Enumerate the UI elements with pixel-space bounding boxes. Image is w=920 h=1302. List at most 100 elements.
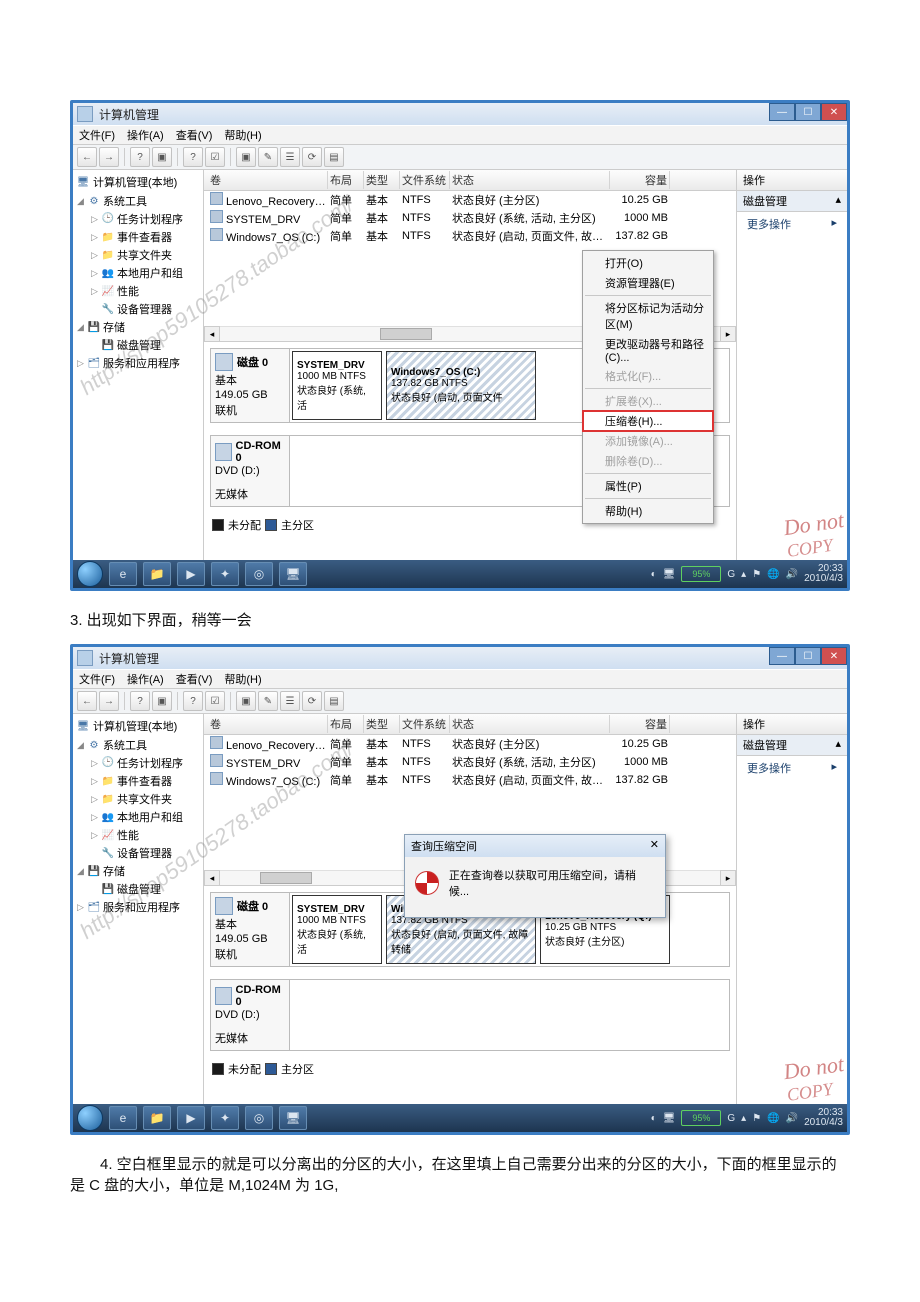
tree-item[interactable]: ▷性能 [73, 282, 203, 300]
menu-help[interactable]: 帮助(H) [224, 671, 261, 687]
menu-file[interactable]: 文件(F) [79, 671, 115, 687]
tray-icon[interactable]: ◐ [651, 569, 657, 580]
window-max-button[interactable]: ☐ [795, 647, 821, 665]
menu-action[interactable]: 操作(A) [127, 127, 164, 143]
tb-fwd[interactable]: → [99, 147, 119, 167]
tray-icon[interactable]: G [727, 1113, 735, 1124]
tree-item[interactable]: ▷性能 [73, 826, 203, 844]
taskbar-mgmt-icon[interactable]: 🖥 [279, 1106, 307, 1130]
menu-file[interactable]: 文件(F) [79, 127, 115, 143]
tree-item[interactable]: ◢存储 [73, 318, 203, 336]
tree-item[interactable]: ▷事件查看器 [73, 228, 203, 246]
tray-icon[interactable]: 🖥 [663, 569, 676, 580]
ctx-shrink[interactable]: 压缩卷(H)... [583, 411, 713, 431]
taskbar-app-icon[interactable]: ✦ [211, 1106, 239, 1130]
ctx-explorer[interactable]: 资源管理器(E) [583, 273, 713, 293]
tree-item[interactable]: ▷服务和应用程序 [73, 898, 203, 916]
tray-network-icon[interactable]: 🌐 [767, 1113, 779, 1124]
partition[interactable]: SYSTEM_DRV 1000 MB NTFS 状态良好 (系统, 活 [292, 895, 382, 964]
tree-item[interactable]: 磁盘管理 [73, 336, 203, 354]
clock[interactable]: 20:33 2010/4/3 [804, 1108, 843, 1128]
tree-item[interactable]: ▷本地用户和组 [73, 808, 203, 826]
tb-refresh[interactable]: ⟳ [302, 691, 322, 711]
tree-item[interactable]: 设备管理器 [73, 844, 203, 862]
volume-row[interactable]: Lenovo_Recovery (Q:)简单基本NTFS状态良好 (主分区)10… [204, 191, 736, 209]
tb-help[interactable]: ? [130, 147, 150, 167]
ctx-open[interactable]: 打开(O) [583, 253, 713, 273]
tree-item[interactable]: ◢存储 [73, 862, 203, 880]
tb-q[interactable]: ? [183, 691, 203, 711]
battery-indicator[interactable]: 95% [681, 566, 721, 582]
taskbar-media-icon[interactable]: ▶ [177, 1106, 205, 1130]
tb-grid[interactable]: ▣ [236, 147, 256, 167]
tb-check[interactable]: ☑ [205, 691, 225, 711]
tb-rows[interactable]: ▤ [324, 691, 344, 711]
battery-indicator[interactable]: 95% [681, 1110, 721, 1126]
tb-check[interactable]: ☑ [205, 147, 225, 167]
tb-edit[interactable]: ✎ [258, 691, 278, 711]
taskbar-app-icon[interactable]: ✦ [211, 562, 239, 586]
tb-q[interactable]: ? [183, 147, 203, 167]
tb-rows[interactable]: ▤ [324, 147, 344, 167]
taskbar[interactable]: e 📁 ▶ ✦ ◎ 🖥 ◐ 🖥 95% G ▴ ⚑ 🌐 🔊 20:33 2010… [73, 1104, 847, 1132]
tray-icon[interactable]: ◐ [651, 1113, 657, 1124]
volume-row[interactable]: SYSTEM_DRV简单基本NTFS状态良好 (系统, 活动, 主分区)1000… [204, 209, 736, 227]
tree-root[interactable]: 计算机管理(本地) [93, 174, 177, 190]
tree-item[interactable]: ▷共享文件夹 [73, 246, 203, 264]
tree-item[interactable]: 磁盘管理 [73, 880, 203, 898]
tb-list[interactable]: ☰ [280, 691, 300, 711]
tree-item[interactable]: ◢系统工具 [73, 736, 203, 754]
taskbar-mgmt-icon[interactable]: 🖥 [279, 562, 307, 586]
window-close-button[interactable]: ✕ [821, 647, 847, 665]
partition[interactable]: Windows7_OS (C:) 137.82 GB NTFS 状态良好 (启动… [386, 351, 536, 420]
tb-help[interactable]: ? [130, 691, 150, 711]
volume-row[interactable]: Windows7_OS (C:)简单基本NTFS状态良好 (启动, 页面文件, … [204, 771, 736, 789]
taskbar-disc-icon[interactable]: ◎ [245, 1106, 273, 1130]
tb-edit[interactable]: ✎ [258, 147, 278, 167]
tb-view[interactable]: ▣ [152, 147, 172, 167]
clock[interactable]: 20:33 2010/4/3 [804, 564, 843, 584]
tree-item[interactable]: ▷事件查看器 [73, 772, 203, 790]
tray-volume-icon[interactable]: 🔊 [786, 1113, 798, 1124]
tree-item[interactable]: ▷本地用户和组 [73, 264, 203, 282]
nav-tree[interactable]: 计算机管理(本地) ◢系统工具 ▷任务计划程序 ▷事件查看器 ▷共享文件夹 ▷本… [73, 714, 204, 1104]
tree-root[interactable]: 计算机管理(本地) [93, 718, 177, 734]
tray-volume-icon[interactable]: 🔊 [786, 569, 798, 580]
volume-row[interactable]: SYSTEM_DRV简单基本NTFS状态良好 (系统, 活动, 主分区)1000… [204, 753, 736, 771]
tb-list[interactable]: ☰ [280, 147, 300, 167]
volume-row[interactable]: Lenovo_Recovery (Q:)简单基本NTFS状态良好 (主分区)10… [204, 735, 736, 753]
window-close-button[interactable]: ✕ [821, 103, 847, 121]
start-button[interactable] [77, 1105, 103, 1131]
taskbar[interactable]: e 📁 ▶ ✦ ◎ 🖥 ◐ 🖥 95% G ▴ ⚑ 🌐 🔊 20:33 [73, 560, 847, 588]
tree-item[interactable]: ▷任务计划程序 [73, 210, 203, 228]
menu-action[interactable]: 操作(A) [127, 671, 164, 687]
tb-back[interactable]: ← [77, 691, 97, 711]
ctx-change-drive[interactable]: 更改驱动器号和路径(C)... [583, 334, 713, 366]
tree-item[interactable]: ▷共享文件夹 [73, 790, 203, 808]
menu-help[interactable]: 帮助(H) [224, 127, 261, 143]
tree-item[interactable]: 设备管理器 [73, 300, 203, 318]
ctx-mark-active[interactable]: 将分区标记为活动分区(M) [583, 298, 713, 334]
tb-back[interactable]: ← [77, 147, 97, 167]
menu-view[interactable]: 查看(V) [176, 671, 213, 687]
taskbar-media-icon[interactable]: ▶ [177, 562, 205, 586]
taskbar-explorer-icon[interactable]: 📁 [143, 562, 171, 586]
window-max-button[interactable]: ☐ [795, 103, 821, 121]
partition[interactable]: SYSTEM_DRV 1000 MB NTFS 状态良好 (系统, 活 [292, 351, 382, 420]
taskbar-ie-icon[interactable]: e [109, 562, 137, 586]
tb-grid[interactable]: ▣ [236, 691, 256, 711]
start-button[interactable] [77, 561, 103, 587]
tray-chevron-icon[interactable]: ▴ [741, 1113, 746, 1124]
more-actions[interactable]: 更多操作 [747, 216, 791, 232]
window-min-button[interactable]: — [769, 103, 795, 121]
menu-view[interactable]: 查看(V) [176, 127, 213, 143]
ctx-help[interactable]: 帮助(H) [583, 501, 713, 521]
tree-item[interactable]: ▷服务和应用程序 [73, 354, 203, 372]
tray-chevron-icon[interactable]: ▴ [741, 569, 746, 580]
nav-tree[interactable]: 计算机管理(本地) ◢系统工具 ▷任务计划程序 ▷事件查看器 ▷共享文件夹 ▷本… [73, 170, 204, 560]
window-min-button[interactable]: — [769, 647, 795, 665]
tray-icon[interactable]: 🖥 [663, 1113, 676, 1124]
tb-fwd[interactable]: → [99, 691, 119, 711]
tray-flag-icon[interactable]: ⚑ [752, 569, 761, 580]
dialog-close-icon[interactable]: ✕ [650, 838, 659, 854]
